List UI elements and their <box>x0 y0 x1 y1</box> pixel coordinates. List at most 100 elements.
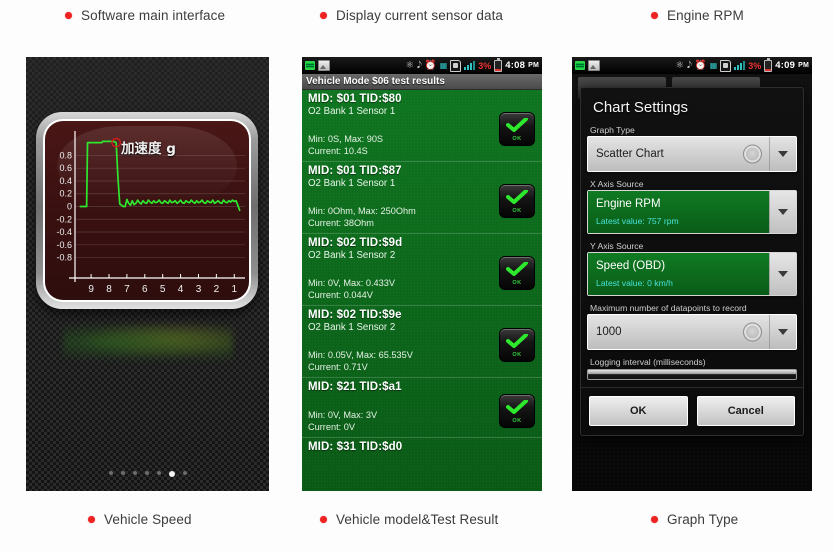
test-results-list[interactable]: MID: $01 TID:$80 O2 Bank 1 Sensor 1 Min: 0… <box>302 90 542 491</box>
bullet-dot-icon <box>320 12 327 19</box>
bullet-dot-icon <box>88 516 95 523</box>
result-current: Current: 10.4S <box>308 145 368 156</box>
spinner-knob-icon <box>743 144 762 164</box>
result-status-ok-badge[interactable]: OK <box>499 328 535 362</box>
test-result-row[interactable]: MID: $31 TID:$d0 <box>302 438 542 455</box>
status-bar-notifications <box>305 60 330 71</box>
dialog-title: Chart Settings <box>593 99 689 116</box>
page-dot-active[interactable] <box>168 471 175 477</box>
svg-text:-0.2: -0.2 <box>56 214 72 224</box>
logging-interval-field[interactable] <box>587 369 797 380</box>
home-page-indicator[interactable] <box>26 471 269 477</box>
max-datapoints-dropdown-arrow[interactable] <box>769 315 796 349</box>
clock-time: 4:09 <box>775 60 796 71</box>
caption-label: Vehicle model&Test Result <box>336 512 499 527</box>
caption-label: Engine RPM <box>667 8 744 23</box>
battery-percent-label: 3% <box>478 60 492 71</box>
svg-text:4: 4 <box>178 284 184 295</box>
battery-icon <box>494 58 503 72</box>
chart-title: 加速度 g <box>121 141 176 157</box>
svg-text:0.4: 0.4 <box>59 176 72 186</box>
alarm-icon: ⏰ <box>424 59 437 71</box>
y-axis-latest-value: Latest value: 0 km/h <box>596 278 673 288</box>
svg-text:3: 3 <box>196 284 202 295</box>
test-result-row[interactable]: MID: $01 TID:$87 O2 Bank 1 Sensor 1 Min: 0… <box>302 162 542 231</box>
ok-button[interactable]: OK <box>589 396 688 426</box>
page-dot[interactable] <box>108 471 113 475</box>
bullet-dot-icon <box>320 516 327 523</box>
page-dot[interactable] <box>156 471 161 475</box>
phone-screenshot-chart-settings: ⚛ 𝅘𝅥𝅮 ⏰ ▦ 3% 4:09 PM Chart Settings Graph … <box>572 57 812 491</box>
sdcard-icon <box>450 59 462 72</box>
signal-bars-icon <box>734 61 746 70</box>
background-logo-watermark <box>62 319 233 361</box>
svg-text:7: 7 <box>124 284 130 295</box>
svg-text:0.6: 0.6 <box>59 163 72 173</box>
test-result-row[interactable]: MID: $02 TID:$9e O2 Bank 1 Sensor 2 Min: 0… <box>302 306 542 375</box>
svg-text:9: 9 <box>88 284 94 295</box>
result-status-ok-badge[interactable]: OK <box>499 256 535 290</box>
svg-text:-0.8: -0.8 <box>56 253 72 263</box>
caption-display-current-sensor-data: Display current sensor data <box>320 8 503 23</box>
cancel-button[interactable]: Cancel <box>696 396 795 426</box>
mute-icon: 𝅘𝅥𝅮 <box>686 59 692 71</box>
y-axis-dropdown-arrow[interactable] <box>769 253 796 295</box>
checkmark-icon <box>506 400 528 414</box>
battery-icon <box>764 58 773 72</box>
svg-text:8: 8 <box>106 284 112 295</box>
status-badge-label: OK <box>512 136 522 142</box>
x-axis-latest-value: Latest value: 757 rpm <box>596 216 679 226</box>
chevron-down-icon <box>778 271 788 277</box>
spinner-knob-icon <box>743 322 762 342</box>
max-datapoints-label: Maximum number of datapoints to record <box>590 303 747 313</box>
mute-icon: 𝅘𝅥𝅮 <box>416 59 422 71</box>
result-mid-tid: MID: $01 TID:$80 <box>308 93 402 105</box>
result-mid-tid: MID: $21 TID:$a1 <box>308 381 402 393</box>
y-axis-source-spinner[interactable]: Speed (OBD) Latest value: 0 km/h <box>587 252 797 296</box>
caption-label: Software main interface <box>81 8 226 23</box>
graph-type-label: Graph Type <box>590 125 635 135</box>
x-axis-dropdown-arrow[interactable] <box>769 191 796 233</box>
result-status-ok-badge[interactable]: OK <box>499 394 535 428</box>
svg-text:5: 5 <box>160 284 166 295</box>
caption-graph-type: Graph Type <box>651 512 738 527</box>
x-axis-source-spinner[interactable]: Engine RPM Latest value: 757 rpm <box>587 190 797 234</box>
android-status-bar: ⚛ 𝅘𝅥𝅮 ⏰ ▦ 3% 4:09 PM <box>572 57 812 74</box>
graph-type-spinner[interactable]: Scatter Chart <box>587 136 797 172</box>
image-icon <box>318 60 330 71</box>
acceleration-chart-widget[interactable]: 0.8 0.6 0.4 0.2 0 -0.2 -0.4 -0.6 -0.8 9 8 7 6 5 4 3 2 1 加… <box>36 112 258 309</box>
dialog-button-row: OK Cancel <box>581 387 803 435</box>
max-datapoints-spinner[interactable]: 1000 <box>587 314 797 350</box>
graph-type-value-area: Scatter Chart <box>588 137 769 171</box>
page-dot[interactable] <box>182 471 187 475</box>
app-title-bar: Vehicle Mode $06 test results <box>302 74 542 90</box>
sdcard-icon <box>720 59 732 72</box>
result-status-ok-badge[interactable]: OK <box>499 112 535 146</box>
svg-text:2: 2 <box>214 284 220 295</box>
svg-text:-0.4: -0.4 <box>56 227 72 237</box>
page-dot[interactable] <box>120 471 125 475</box>
page-dot[interactable] <box>132 471 137 475</box>
test-result-row[interactable]: MID: $21 TID:$a1 Min: 0V, Max: 3V Current:… <box>302 378 542 435</box>
signal-bars-icon <box>464 61 476 70</box>
status-badge-label: OK <box>512 352 522 358</box>
graph-type-dropdown-arrow[interactable] <box>769 137 796 171</box>
max-datapoints-value-area: 1000 <box>588 315 769 349</box>
max-datapoints-value: 1000 <box>596 326 622 338</box>
status-bar-system-icons: ⚛ 𝅘𝅥𝅮 ⏰ ▦ 3% 4:09 PM <box>675 58 809 72</box>
y-axis-value-area: Speed (OBD) Latest value: 0 km/h <box>588 253 769 295</box>
result-status-ok-badge[interactable]: OK <box>499 184 535 218</box>
caption-software-main-interface: Software main interface <box>65 8 225 23</box>
result-current: Current: 0.71V <box>308 361 368 372</box>
checkmark-icon <box>506 262 528 276</box>
y-axis-source-label: Y Axis Source <box>590 241 644 251</box>
page-dot[interactable] <box>144 471 149 475</box>
test-result-row[interactable]: MID: $02 TID:$9d O2 Bank 1 Sensor 2 Min: 0… <box>302 234 542 303</box>
bullet-dot-icon <box>651 12 658 19</box>
checkmark-icon <box>506 118 528 132</box>
status-bar-notifications <box>575 60 600 71</box>
clock-ampm: PM <box>798 62 809 69</box>
status-badge-label: OK <box>512 418 522 424</box>
chevron-down-icon <box>778 209 788 215</box>
test-result-row[interactable]: MID: $01 TID:$80 O2 Bank 1 Sensor 1 Min: 0… <box>302 90 542 159</box>
